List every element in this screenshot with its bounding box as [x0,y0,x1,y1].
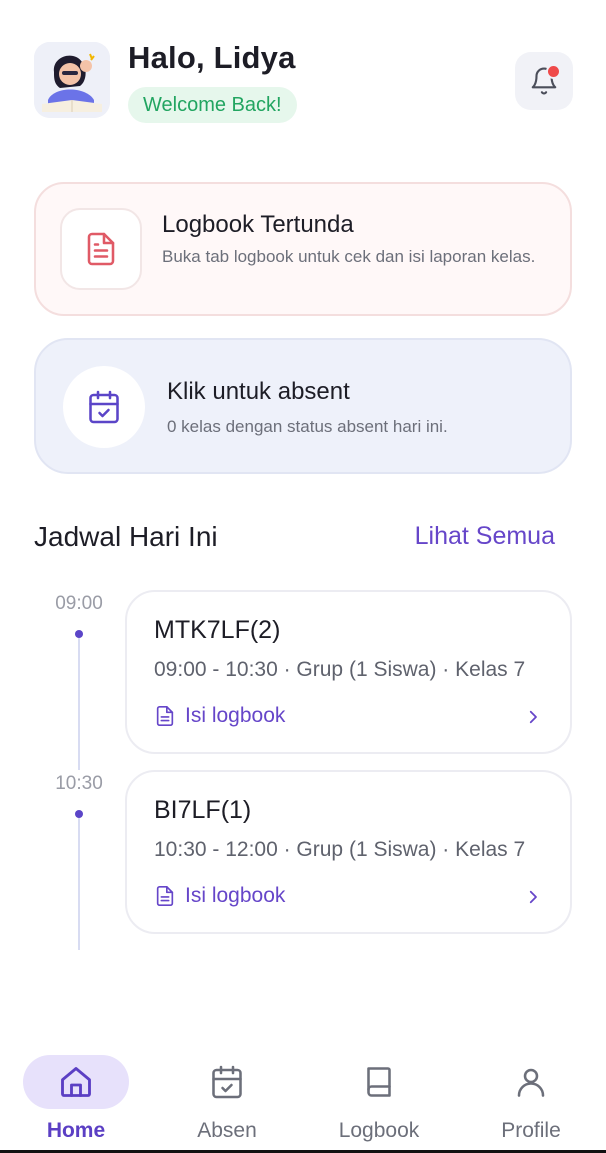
welcome-badge: Welcome Back! [128,87,297,123]
pending-logbook-card[interactable]: Logbook Tertunda Buka tab logbook untuk … [34,182,572,316]
class-code: BI7LF(1) [154,796,252,824]
pending-icon-box [60,208,142,290]
schedule-card[interactable]: MTK7LF(2) 09:00 - 10:30 · Grup (1 Siswa)… [125,590,572,754]
book-icon [367,1067,391,1097]
chevron-right-icon[interactable] [524,888,542,906]
pending-card-subtitle: Buka tab logbook untuk cek dan isi lapor… [162,247,536,266]
nav-logbook[interactable]: Logbook [319,1040,439,1153]
absent-icon-circle [63,366,145,448]
calendar-check-icon [89,390,119,424]
absent-card-subtitle: 0 kelas dengan status absent hari ini. [167,417,448,436]
timeline-dot [75,630,83,638]
document-icon [156,706,174,726]
nav-profile[interactable]: Profile [471,1040,591,1153]
time-label: 10:30 [55,773,103,794]
nav-label: Absen [197,1119,257,1142]
notification-dot [546,64,561,79]
fill-logbook-link[interactable]: Isi logbook [154,704,285,728]
pending-card-title: Logbook Tertunda [162,211,354,238]
document-icon [87,232,115,266]
absent-card-title: Klik untuk absent [167,378,350,405]
timeline-line [78,636,80,770]
fill-logbook-label: Isi logbook [185,704,286,727]
chevron-right-icon[interactable] [524,708,542,726]
greeting-title: Halo, Lidya [128,40,296,75]
nav-label: Logbook [338,1119,420,1142]
schedule-card[interactable]: BI7LF(1) 10:30 - 12:00 · Grup (1 Siswa) … [125,770,572,934]
fill-logbook-link[interactable]: Isi logbook [154,884,285,908]
notification-button[interactable] [515,52,573,110]
timeline-dot [75,810,83,818]
nav-label: Home [46,1119,106,1142]
home-icon [61,1067,91,1097]
time-label: 09:00 [55,593,103,614]
document-icon [156,886,174,906]
class-info: 10:30 - 12:00 · Grup (1 Siswa) · Kelas 7 [154,838,526,861]
timeline-line [78,816,80,950]
nav-home[interactable]: Home [16,1040,136,1153]
avatar[interactable] [34,42,110,118]
class-code: MTK7LF(2) [154,616,281,644]
home-screen: Halo, Lidya Welcome Back! Logbook Tertun… [0,0,606,1153]
nav-label: Profile [501,1119,561,1142]
avatar-illustration [34,42,110,118]
nav-absen[interactable]: Absen [167,1040,287,1153]
calendar-check-icon [212,1065,242,1099]
bottom-navigation: Home Absen Logbook Profile [0,1040,606,1153]
user-icon [517,1068,545,1097]
schedule-title: Jadwal Hari Ini [34,521,218,552]
see-all-link[interactable]: Lihat Semua [415,522,555,551]
absent-card[interactable]: Klik untuk absent 0 kelas dengan status … [34,338,572,474]
class-info: 09:00 - 10:30 · Grup (1 Siswa) · Kelas 7 [154,658,526,681]
fill-logbook-label: Isi logbook [185,884,286,907]
